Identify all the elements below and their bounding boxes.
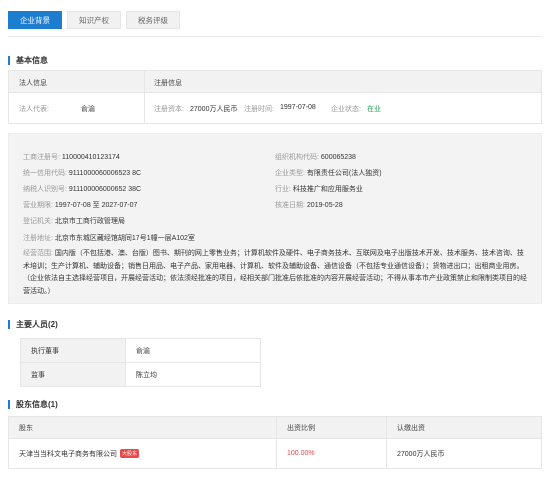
authority-value: 北京市工商行政管理局 [54, 218, 125, 225]
staff-table: 执行董事 俞渝 监事 陈立均 [20, 338, 261, 387]
legal-info-panel: 法人信息 注册信息 法人代表: 俞渝 注册资本: 27000万人民币 注册时间:… [8, 70, 542, 124]
table-row: 执行董事 俞渝 [20, 338, 261, 363]
tab-tax-rating[interactable]: 税务评级 [126, 11, 180, 29]
capital-value: 27000万人民币 [190, 106, 238, 113]
capital-label: 注册资本: [154, 106, 184, 113]
table-row: 监事 陈立均 [20, 362, 261, 387]
industry-value: 科技推广和应用服务业 [292, 186, 363, 193]
legal-info-header: 法人信息 注册信息 [9, 71, 541, 93]
basic-info-title: 基本信息 [8, 56, 48, 65]
major-shareholder-badge: 大股东 [120, 449, 140, 459]
taxpayer-value: 911100006000652 38C [68, 186, 142, 193]
credit-code-value: 9111000060006523 8C [68, 170, 142, 177]
status-value: 在业 [367, 106, 381, 113]
biz-reg-label: 工商注册号: [23, 154, 60, 161]
ratio-header: 出资比例 [276, 416, 387, 439]
amount-cell: 27000万人民币 [386, 438, 542, 469]
staff-role: 监事 [20, 362, 126, 387]
business-scope: 经营范围: 国内版（不包括港、澳、台版）图书、期刊的网上零售业务；计算机软件及硬… [23, 248, 527, 298]
legal-header-label: 法人信息 [19, 80, 47, 87]
shareholders-title: 股东信息(1) [8, 400, 58, 409]
tab-enterprise-background[interactable]: 企业背景 [8, 11, 62, 29]
tab-bar: 企业背景 知识产权 税务评级 [8, 11, 185, 29]
staff-title: 主要人员(2) [8, 320, 58, 329]
amount-header: 认缴出资 [386, 416, 542, 439]
reg-header-label: 注册信息 [154, 80, 182, 87]
table-header-row: 股东 出资比例 认缴出资 [8, 416, 542, 439]
address-value: 北京市东城区藏经馆胡同17号1幢一层A102室 [54, 235, 195, 242]
address-label: 注册地址: [23, 235, 53, 242]
registration-panel: 工商注册号: 110000410123174 组织机构代码: 600065238… [8, 133, 542, 304]
shareholders-table: 股东 出资比例 认缴出资 天津当当科文电子商务有限公司 大股东 100.00% 2… [8, 416, 542, 469]
reg-time-label: 注册时间: [244, 106, 274, 113]
scope-value: 国内版（不包括港、澳、台版）图书、期刊的网上零售业务；计算机软件及硬件、电子商务… [23, 250, 527, 295]
holder-cell: 天津当当科文电子商务有限公司 大股东 [8, 438, 277, 469]
staff-role: 执行董事 [20, 338, 126, 363]
tab-intellectual-property[interactable]: 知识产权 [67, 11, 121, 29]
term-label: 营业期限: [23, 202, 53, 209]
credit-code-label: 统一信用代码: [23, 170, 67, 177]
table-row: 天津当当科文电子商务有限公司 大股东 100.00% 27000万人民币 [8, 438, 542, 469]
org-code-value: 600065238 [320, 154, 356, 161]
legal-info-body: 法人代表: 俞渝 注册资本: 27000万人民币 注册时间: 1997-07-0… [9, 93, 541, 124]
legal-rep-value[interactable]: 俞渝 [81, 104, 95, 114]
biz-reg-value: 110000410123174 [61, 154, 120, 161]
company-type-value: 有限责任公司(法人独资) [306, 170, 382, 177]
authority-label: 登记机关: [23, 218, 53, 225]
tab-divider [8, 36, 542, 37]
reg-time-value: 1997-07-08 [280, 104, 316, 111]
status-label: 企业状态: [331, 106, 361, 113]
ratio-cell: 100.00% [276, 438, 387, 469]
approval-value: 2019-05-28 [306, 202, 343, 209]
scope-label: 经营范围: [23, 250, 53, 257]
holder-header: 股东 [8, 416, 277, 439]
term-value: 1997-07-08 至 2027-07-07 [54, 202, 138, 209]
holder-name[interactable]: 天津当当科文电子商务有限公司 [19, 451, 117, 458]
org-code-label: 组织机构代码: [275, 154, 319, 161]
company-type-label: 企业类型: [275, 170, 305, 177]
approval-label: 核准日期: [275, 202, 305, 209]
staff-name[interactable]: 陈立均 [125, 362, 261, 387]
taxpayer-label: 纳税人识别号: [23, 186, 67, 193]
industry-label: 行业: [275, 186, 291, 193]
staff-name[interactable]: 俞渝 [125, 338, 261, 363]
legal-rep-label: 法人代表: [19, 106, 49, 113]
